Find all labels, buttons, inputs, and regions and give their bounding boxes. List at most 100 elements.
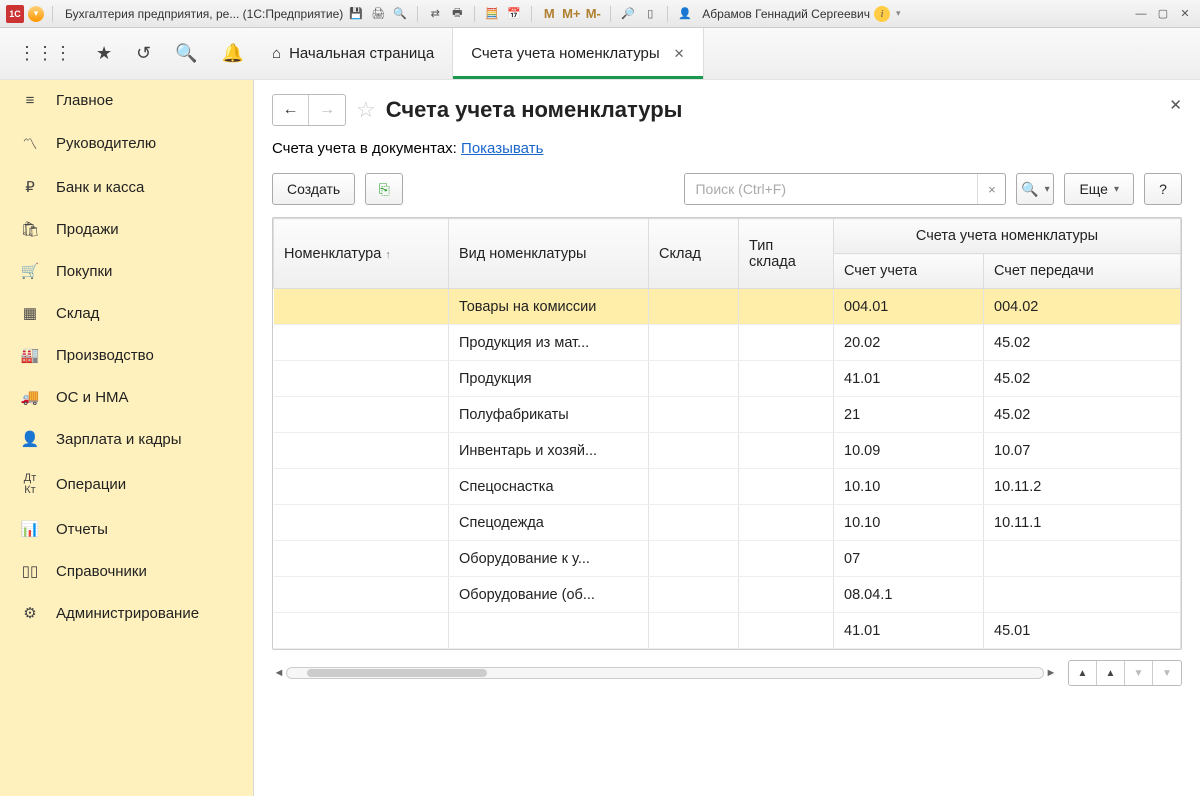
cell-sklad bbox=[649, 577, 739, 613]
star-icon[interactable]: ☆ bbox=[356, 97, 376, 123]
cell-transfer bbox=[984, 577, 1181, 613]
sidebar-item-bank[interactable]: ₽Банк и касса bbox=[0, 166, 253, 208]
col-warehouse-type[interactable]: Тип склада bbox=[739, 219, 834, 289]
cell-vid: Продукция из мат... bbox=[449, 325, 649, 361]
history-icon[interactable]: ↺ bbox=[136, 43, 151, 64]
table-row[interactable]: Спецодежда10.1010.11.1 bbox=[274, 505, 1181, 541]
preview-icon[interactable]: 🔍 bbox=[391, 5, 409, 23]
separator bbox=[52, 6, 53, 22]
m-icon[interactable]: M bbox=[540, 5, 558, 23]
search-tool-icon[interactable]: 🔍 bbox=[175, 43, 197, 64]
table-row[interactable]: Оборудование к у...07 bbox=[274, 541, 1181, 577]
save-icon[interactable]: 💾 bbox=[347, 5, 365, 23]
compare-icon[interactable]: ⇄ bbox=[426, 5, 444, 23]
cell-sklad bbox=[649, 541, 739, 577]
sidebar-item-main[interactable]: ≡Главное bbox=[0, 80, 253, 121]
cell-acct: 10.10 bbox=[834, 505, 984, 541]
cell-nom bbox=[274, 541, 449, 577]
table-row[interactable]: Продукция из мат...20.0245.02 bbox=[274, 325, 1181, 361]
scroll-right-icon[interactable]: ► bbox=[1044, 667, 1058, 679]
first-row-icon[interactable]: ▲ bbox=[1069, 661, 1097, 685]
info-chevron-icon[interactable]: ▾ bbox=[896, 8, 901, 19]
sidebar-item-operations[interactable]: Дт КтОперации bbox=[0, 460, 253, 508]
table-row[interactable]: Товары на комиссии004.01004.02 bbox=[274, 289, 1181, 325]
cart-icon: 🛒 bbox=[20, 262, 40, 280]
zoom-icon[interactable]: 🔎 bbox=[619, 5, 637, 23]
prev-row-icon[interactable]: ▲ bbox=[1097, 661, 1125, 685]
cell-acct: 004.01 bbox=[834, 289, 984, 325]
table-row[interactable]: Инвентарь и хозяй...10.0910.07 bbox=[274, 433, 1181, 469]
calc-icon[interactable]: 🧮 bbox=[483, 5, 501, 23]
sidebar-item-label: Продажи bbox=[56, 221, 119, 238]
last-row-icon[interactable]: ▼ bbox=[1153, 661, 1181, 685]
action-bar: Создать ⎘ × 🔍 Еще ? bbox=[272, 173, 1182, 205]
panel-icon[interactable]: ▯ bbox=[641, 5, 659, 23]
close-page-icon[interactable]: ✕ bbox=[1169, 96, 1182, 114]
magnifier-icon: 🔍 bbox=[1021, 181, 1038, 198]
page-title: Счета учета номенклатуры bbox=[386, 97, 683, 123]
close-tab-icon[interactable]: ✕ bbox=[674, 46, 685, 62]
cell-nom bbox=[274, 397, 449, 433]
mminus-icon[interactable]: M- bbox=[584, 5, 602, 23]
sidebar-item-sales[interactable]: 🛍Продажи bbox=[0, 208, 253, 250]
maximize-icon[interactable]: ▢ bbox=[1154, 5, 1172, 23]
subline-link[interactable]: Показывать bbox=[461, 140, 543, 157]
search-box: × bbox=[684, 173, 1006, 205]
sidebar-item-purchases[interactable]: 🛒Покупки bbox=[0, 250, 253, 292]
sidebar-item-production[interactable]: 🏭Производство bbox=[0, 334, 253, 376]
scroll-thumb[interactable] bbox=[307, 669, 487, 677]
cell-sklad bbox=[649, 613, 739, 649]
tab-current[interactable]: Счета учета номенклатуры ✕ bbox=[453, 28, 703, 79]
factory-icon: 🏭 bbox=[20, 346, 40, 364]
mplus-icon[interactable]: M+ bbox=[562, 5, 580, 23]
cell-acct: 20.02 bbox=[834, 325, 984, 361]
col-group[interactable]: Счета учета номенклатуры bbox=[834, 219, 1181, 254]
create-button[interactable]: Создать bbox=[272, 173, 355, 205]
close-window-icon[interactable]: ✕ bbox=[1176, 5, 1194, 23]
favorite-icon[interactable]: ★ bbox=[96, 43, 112, 64]
col-nomenclature[interactable]: Номенклатура↑ bbox=[274, 219, 449, 289]
help-button[interactable]: ? bbox=[1144, 173, 1182, 205]
col-warehouse[interactable]: Склад bbox=[649, 219, 739, 289]
search-input[interactable] bbox=[685, 174, 977, 204]
table-row[interactable]: 41.0145.01 bbox=[274, 613, 1181, 649]
next-row-icon[interactable]: ▼ bbox=[1125, 661, 1153, 685]
cell-tip bbox=[739, 397, 834, 433]
bell-icon[interactable]: 🔔 bbox=[222, 43, 244, 64]
scrollbar[interactable] bbox=[286, 667, 1044, 679]
scroll-left-icon[interactable]: ◄ bbox=[272, 667, 286, 679]
cell-sklad bbox=[649, 289, 739, 325]
col-type[interactable]: Вид номенклатуры bbox=[449, 219, 649, 289]
more-button[interactable]: Еще bbox=[1064, 173, 1134, 205]
table-row[interactable]: Полуфабрикаты2145.02 bbox=[274, 397, 1181, 433]
sidebar-item-catalogs[interactable]: ▯▯Справочники bbox=[0, 550, 253, 592]
clear-search-icon[interactable]: × bbox=[977, 174, 1005, 204]
table-row[interactable]: Оборудование (об...08.04.1 bbox=[274, 577, 1181, 613]
info-icon[interactable]: i bbox=[874, 6, 890, 22]
titlebar-menu-icon[interactable]: ▾ bbox=[28, 6, 44, 22]
print-icon[interactable]: 🖨 bbox=[369, 5, 387, 23]
sidebar-item-manager[interactable]: 〽Руководителю bbox=[0, 121, 253, 166]
sidebar-item-assets[interactable]: 🚚ОС и НМА bbox=[0, 376, 253, 418]
window-title: Бухгалтерия предприятия, ре... (1С:Предп… bbox=[65, 7, 343, 21]
tab-home[interactable]: ⌂ Начальная страница bbox=[254, 28, 453, 79]
calendar-icon[interactable]: 📅 bbox=[505, 5, 523, 23]
sidebar-item-label: Склад bbox=[56, 305, 99, 322]
apps-icon[interactable]: ⋮⋮⋮ bbox=[18, 43, 72, 64]
sidebar-item-warehouse[interactable]: ▦Склад bbox=[0, 292, 253, 334]
sidebar-item-admin[interactable]: ⚙Администрирование bbox=[0, 592, 253, 634]
back-button[interactable]: ← bbox=[273, 95, 309, 125]
cell-sklad bbox=[649, 325, 739, 361]
printer-icon[interactable]: 🖶 bbox=[448, 5, 466, 23]
sidebar-item-reports[interactable]: 📊Отчеты bbox=[0, 508, 253, 550]
table-row[interactable]: Продукция41.0145.02 bbox=[274, 361, 1181, 397]
sidebar-item-label: Руководителю bbox=[56, 135, 156, 152]
col-account[interactable]: Счет учета bbox=[834, 254, 984, 289]
create-copy-button[interactable]: ⎘ bbox=[365, 173, 403, 205]
col-transfer[interactable]: Счет передачи bbox=[984, 254, 1181, 289]
minimize-icon[interactable]: — bbox=[1132, 5, 1150, 23]
cell-tip bbox=[739, 325, 834, 361]
sidebar-item-hr[interactable]: 👤Зарплата и кадры bbox=[0, 418, 253, 460]
search-menu-button[interactable]: 🔍 bbox=[1016, 173, 1054, 205]
table-row[interactable]: Спецоснастка10.1010.11.2 bbox=[274, 469, 1181, 505]
